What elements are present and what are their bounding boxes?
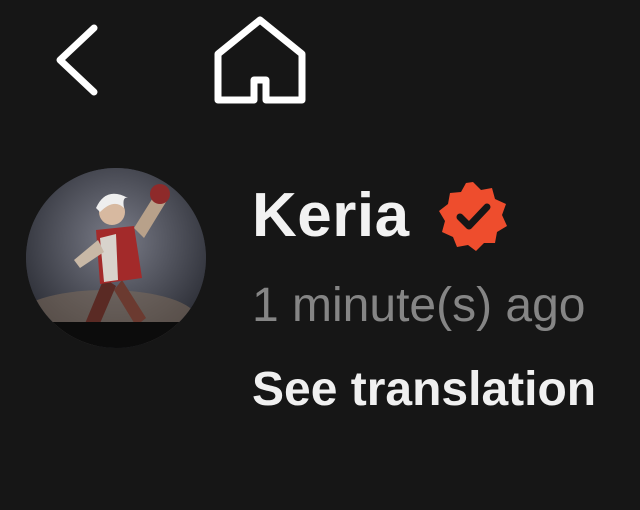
home-button[interactable] xyxy=(212,14,308,106)
see-translation-link[interactable]: See translation xyxy=(252,366,596,414)
verified-badge-icon xyxy=(438,182,507,251)
author-name[interactable]: Keria xyxy=(252,185,410,247)
avatar-illustration xyxy=(26,168,206,348)
chevron-left-icon xyxy=(56,24,98,96)
back-button[interactable] xyxy=(50,22,106,98)
post-timestamp: 1 minute(s) ago xyxy=(252,279,586,332)
author-row: Keria xyxy=(252,176,510,256)
home-icon xyxy=(214,16,306,104)
avatar[interactable] xyxy=(26,168,206,348)
